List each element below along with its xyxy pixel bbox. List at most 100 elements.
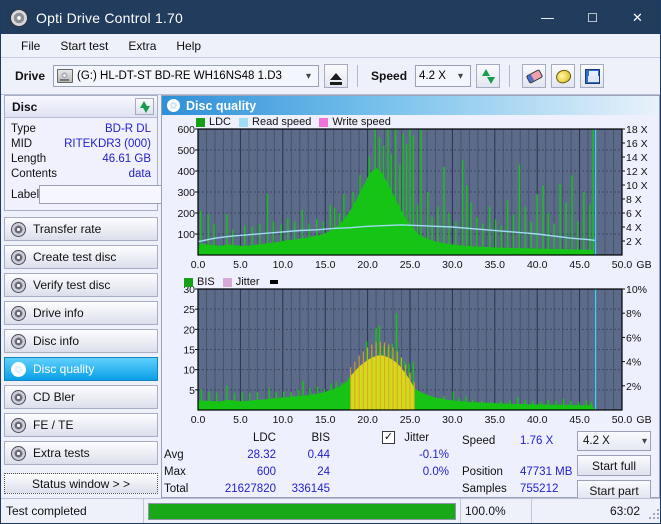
- svg-text:0.0: 0.0: [191, 414, 206, 426]
- legend-swatch-jitter: [222, 277, 232, 287]
- maximize-button[interactable]: ☐: [570, 1, 615, 34]
- test-speed-select[interactable]: 4.2 X ▾: [577, 431, 651, 451]
- svg-text:30.0: 30.0: [442, 414, 463, 426]
- svg-text:40.0: 40.0: [527, 414, 548, 426]
- position-stat-value: 47731 MB: [520, 466, 573, 478]
- svg-text:25.0: 25.0: [400, 414, 421, 426]
- svg-text:10.0: 10.0: [273, 259, 294, 271]
- menu-help[interactable]: Help: [166, 37, 211, 55]
- sidebar-item-verify-test-disc[interactable]: Verify test disc: [4, 273, 158, 297]
- svg-text:10 X: 10 X: [626, 180, 648, 192]
- svg-text:45.0: 45.0: [569, 259, 590, 271]
- sidebar-item-fe-te[interactable]: FE / TE: [4, 413, 158, 437]
- status-divider: [143, 498, 144, 523]
- disc-icon: [11, 249, 26, 265]
- row-label-total: Total: [164, 483, 189, 495]
- erase-button[interactable]: [522, 64, 547, 88]
- eject-icon: [330, 72, 343, 85]
- sidebar-item-drive-info[interactable]: Drive info: [4, 301, 158, 325]
- resize-grip-icon[interactable]: [647, 509, 659, 521]
- svg-text:4 X: 4 X: [626, 222, 642, 234]
- legend-swatch-bis: [184, 277, 193, 287]
- disc-contents-label: Contents: [11, 167, 58, 180]
- svg-text:20.0: 20.0: [357, 259, 378, 271]
- disc-group-header: Disc: [5, 96, 157, 118]
- legend-label-read-speed: Read speed: [252, 116, 312, 128]
- svg-text:50.0: 50.0: [612, 259, 633, 271]
- svg-text:16 X: 16 X: [626, 138, 648, 150]
- disc-refresh-button[interactable]: [135, 98, 154, 115]
- optical-drive-icon: [57, 69, 74, 83]
- sidebar-item-label: Create test disc: [33, 250, 117, 264]
- disc-length-value: 46.61 GB: [102, 152, 151, 165]
- drive-select[interactable]: (G:) HL-DT-ST BD-RE WH16NS48 1.D3 ▾: [53, 65, 320, 87]
- sidebar-item-cd-bler[interactable]: CD Bler: [4, 385, 158, 409]
- elapsed-time: 63:02: [609, 504, 640, 518]
- close-button[interactable]: ✕: [615, 1, 660, 34]
- save-button[interactable]: [580, 64, 605, 88]
- col-header-ldc: LDC: [252, 432, 276, 444]
- sidebar-item-disc-info[interactable]: Disc info: [4, 329, 158, 353]
- bis-jitter-chart[interactable]: 510152025302%4%6%8%10%0.0 5.0 10.0 15.0 20.0…: [162, 275, 656, 430]
- disc-icon: [11, 333, 26, 349]
- svg-text:600: 600: [177, 124, 195, 136]
- jitter-checkbox[interactable]: ✓: [382, 431, 395, 444]
- disc-mid-label: MID: [11, 137, 33, 150]
- disc-quality-icon: [167, 99, 180, 112]
- row-label-avg: Avg: [164, 449, 184, 461]
- total-bis-value: 336145: [291, 483, 330, 495]
- bis-chart-container: BIS Jitter 5 10 15 20 25 30 2% 4% 6% 8% 10% 0.0 5.0 1…: [162, 275, 659, 430]
- bis-chart-legend: BIS Jitter: [184, 276, 278, 288]
- sidebar-item-extra-tests[interactable]: Extra tests: [4, 441, 158, 465]
- position-stat-label: Position: [462, 466, 503, 478]
- panel-header: Disc quality: [162, 96, 659, 115]
- max-jitter-value: 0.0%: [422, 466, 449, 478]
- legend-swatch-ldc: [196, 117, 205, 127]
- window-title: Opti Drive Control 1.70: [36, 9, 183, 26]
- svg-text:2 X: 2 X: [626, 236, 642, 248]
- menu-extra[interactable]: Extra: [118, 37, 166, 55]
- bulb-button[interactable]: [551, 64, 576, 88]
- disc-row-length: Length 46.61 GB: [11, 151, 151, 166]
- refresh-button[interactable]: [476, 64, 501, 88]
- menu-file[interactable]: File: [11, 37, 50, 55]
- svg-text:14 X: 14 X: [626, 152, 648, 164]
- refresh-icon: [139, 100, 151, 113]
- avg-ldc-value: 28.32: [247, 449, 276, 461]
- jitter-checkbox-wrap[interactable]: ✓ Jitter: [382, 431, 429, 444]
- test-speed-value: 4.2 X: [583, 435, 610, 447]
- disc-info-group: Disc Type BD-R DL MID RITEKDR3 (000) Len…: [4, 95, 242, 211]
- sidebar-item-disc-quality[interactable]: Disc quality: [4, 357, 158, 381]
- panel-title: Disc quality: [186, 98, 257, 113]
- legend-label-bis: BIS: [197, 276, 215, 288]
- sidebar-nav: Transfer rate Create test disc Verify te…: [4, 217, 158, 465]
- svg-text:25: 25: [183, 304, 195, 316]
- ldc-chart[interactable]: 100 200 300 400 500 600 2 X 4 X 6 X 8 X 10 X 12 X 14…: [162, 115, 656, 275]
- start-full-button[interactable]: Start full: [577, 455, 651, 476]
- svg-text:5: 5: [189, 385, 195, 397]
- drive-label: Drive: [15, 69, 46, 83]
- minimize-button[interactable]: —: [525, 1, 570, 34]
- menu-start-test[interactable]: Start test: [50, 37, 118, 55]
- speed-select[interactable]: 4.2 X ▾: [415, 65, 472, 87]
- sidebar-item-create-test-disc[interactable]: Create test disc: [4, 245, 158, 269]
- disc-icon: [11, 305, 26, 321]
- svg-text:6 X: 6 X: [626, 208, 642, 220]
- svg-text:GB: GB: [636, 259, 651, 271]
- svg-text:8%: 8%: [626, 308, 641, 320]
- toolbar: Drive (G:) HL-DT-ST BD-RE WH16NS48 1.D3 …: [1, 58, 660, 95]
- status-message: Test completed: [6, 504, 87, 518]
- sidebar-item-label: Extra tests: [33, 446, 90, 460]
- chevron-down-icon: ▾: [641, 435, 647, 447]
- disc-label-label: Label: [11, 188, 40, 201]
- disc-row-contents: Contents data: [11, 166, 151, 181]
- progress-percent: 100.0%: [465, 504, 506, 518]
- status-window-button[interactable]: Status window > >: [4, 473, 158, 494]
- main-body: Disc Type BD-R DL MID RITEKDR3 (000) Len…: [1, 95, 660, 501]
- disc-icon: [11, 221, 26, 237]
- sidebar-item-transfer-rate[interactable]: Transfer rate: [4, 217, 158, 241]
- floppy-disk-icon: [584, 68, 600, 84]
- svg-text:25.0: 25.0: [400, 259, 421, 271]
- eject-button[interactable]: [324, 64, 349, 88]
- ldc-chart-container: LDC Read speed Write speed 100 200 300 400 5…: [162, 115, 659, 275]
